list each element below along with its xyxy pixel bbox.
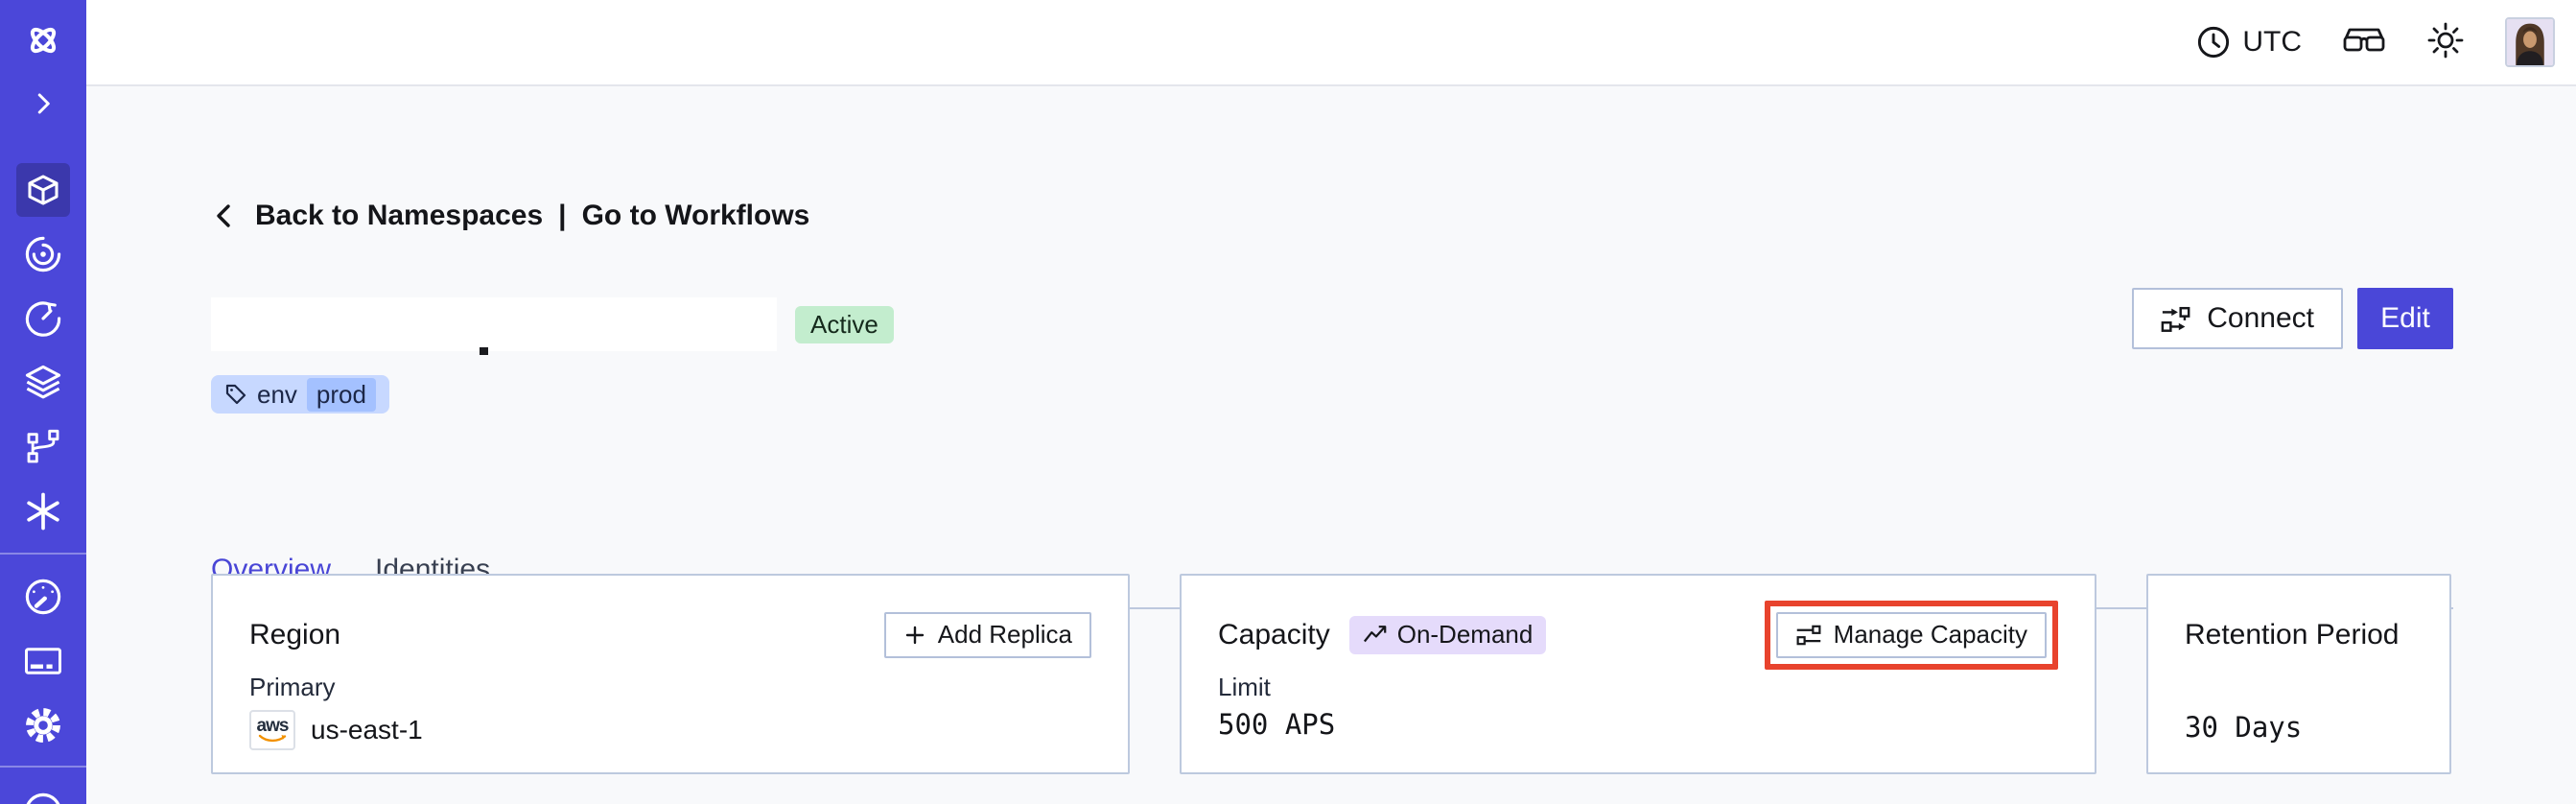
sidebar-item-billing[interactable] — [16, 634, 70, 688]
back-chevron-icon[interactable] — [211, 201, 240, 230]
connect-flow-icon — [2161, 306, 2190, 332]
tag-value: prod — [306, 377, 376, 412]
timezone-selector[interactable]: UTC — [2196, 25, 2302, 59]
theme-toggle-button[interactable] — [2426, 21, 2465, 64]
sidebar-expand-button[interactable] — [16, 83, 70, 125]
clock-icon — [2198, 26, 2230, 59]
capacity-card-title: Capacity — [1218, 618, 1330, 650]
sidebar-item-nexus[interactable] — [16, 485, 70, 538]
redacted-text-fragment — [480, 347, 488, 355]
connect-button[interactable]: Connect — [2132, 288, 2343, 349]
breadcrumb-workflows-link[interactable]: Go to Workflows — [582, 200, 810, 232]
connect-button-label: Connect — [2207, 302, 2314, 334]
topbar: UTC — [86, 0, 2576, 86]
sidebar-item-schedules[interactable] — [16, 292, 70, 345]
manage-capacity-button[interactable]: Manage Capacity — [1775, 611, 2047, 658]
capacity-card: Capacity On-Demand Manage Capacity Limit… — [1180, 574, 2096, 774]
tag-icon — [225, 384, 246, 405]
retention-card-title: Retention Period — [2185, 618, 2400, 650]
temporal-logo-icon — [16, 17, 70, 63]
capacity-limit-label: Limit — [1218, 673, 1271, 701]
status-badge: Active — [795, 306, 894, 343]
add-replica-label: Add Replica — [937, 620, 1072, 649]
breadcrumb-back-link[interactable]: Back to Namespaces — [255, 200, 543, 232]
edit-button-label: Edit — [2380, 302, 2430, 334]
glasses-icon — [2343, 28, 2385, 51]
ondemand-badge-label: On-Demand — [1396, 620, 1534, 649]
namespace-title-redacted — [211, 297, 777, 351]
retention-card: Retention Period 30 Days — [2146, 574, 2451, 774]
sidebar-item-help[interactable] — [16, 783, 70, 804]
region-primary-label: Primary — [249, 673, 336, 701]
sidebar — [0, 0, 86, 804]
header-actions: Connect Edit — [2132, 288, 2453, 349]
trending-up-icon — [1363, 625, 1387, 642]
namespace-tag[interactable]: env prod — [211, 375, 389, 414]
sidebar-item-deployments[interactable] — [16, 356, 70, 410]
plus-icon — [905, 626, 924, 644]
breadcrumb: Back to Namespaces | Go to Workflows — [211, 200, 809, 232]
tag-key: env — [257, 379, 297, 409]
breadcrumb-separator: | — [558, 200, 567, 231]
page: UTC Back to Namespaces | Go to Workflows… — [0, 0, 2576, 804]
user-avatar[interactable] — [2505, 17, 2555, 67]
retention-value: 30 Days — [2185, 711, 2303, 744]
region-card-title: Region — [249, 618, 341, 650]
manage-capacity-label: Manage Capacity — [1833, 620, 2027, 649]
sidebar-item-usage[interactable] — [16, 570, 70, 624]
sliders-icon — [1796, 625, 1821, 645]
manage-capacity-highlight: Manage Capacity — [1764, 600, 2058, 670]
region-value: us-east-1 — [311, 715, 423, 745]
sidebar-divider — [0, 553, 86, 555]
add-replica-button[interactable]: Add Replica — [883, 611, 1091, 658]
edit-button[interactable]: Edit — [2357, 288, 2453, 349]
ondemand-badge: On-Demand — [1348, 615, 1547, 654]
sidebar-item-settings[interactable] — [16, 698, 70, 752]
aws-provider-icon: aws — [249, 710, 295, 750]
aws-word: aws — [256, 716, 290, 736]
region-card: Region Add Replica Primary aws us-east-1 — [211, 574, 1130, 774]
sidebar-item-namespaces[interactable] — [16, 163, 70, 217]
sun-icon — [2427, 22, 2464, 58]
overview-cards: Region Add Replica Primary aws us-east-1… — [211, 574, 2451, 774]
timezone-label: UTC — [2242, 26, 2302, 58]
aws-smile — [258, 734, 287, 743]
sidebar-item-batch-operations[interactable] — [16, 420, 70, 474]
dev-mode-button[interactable] — [2342, 24, 2386, 61]
sidebar-item-workflows[interactable] — [16, 227, 70, 281]
sidebar-divider — [0, 766, 86, 768]
main-content: Back to Namespaces | Go to Workflows Act… — [86, 88, 2576, 804]
capacity-value: 500 APS — [1218, 708, 1336, 741]
